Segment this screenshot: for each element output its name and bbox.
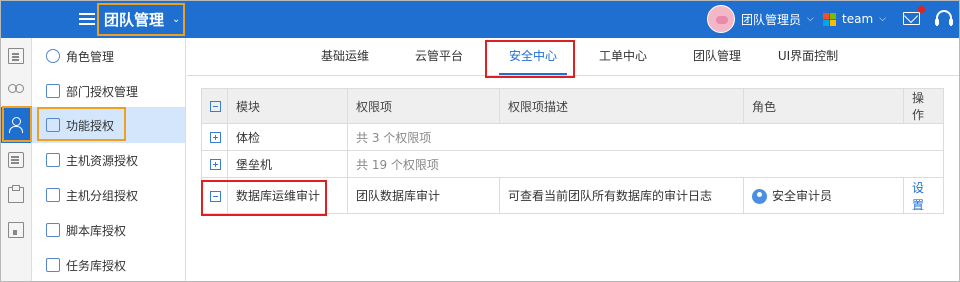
clipboard-icon[interactable] (8, 185, 24, 203)
header-action: 操作 (903, 88, 944, 124)
chevron-down-icon: ⌵ (807, 14, 814, 24)
row-highlight (201, 180, 327, 216)
tab-team[interactable]: 团队管理 (687, 38, 747, 75)
team-name: team (842, 12, 874, 26)
sidebar-item-dept[interactable]: 部门授权管理 (32, 73, 185, 109)
team-logo-icon (823, 12, 836, 26)
header-permission: 权限项 (347, 88, 500, 124)
user-icon (46, 49, 60, 63)
users-icon[interactable] (8, 83, 24, 99)
sidebar-item-label: 主机资源授权 (66, 153, 139, 168)
module-switcher[interactable]: 团队管理 ⌄ (97, 3, 185, 36)
headset-icon[interactable] (935, 10, 953, 26)
monitor-icon (46, 153, 60, 167)
avatar (707, 5, 735, 33)
folder-icon (46, 188, 60, 202)
sidebar-item-label: 主机分组授权 (66, 188, 139, 203)
team-switcher[interactable]: team ⌵ (823, 12, 886, 26)
sidebar-item-label: 任务库授权 (66, 258, 127, 273)
top-bar: 团队管理 ⌄ 团队管理员 ⌵ team ⌵ (1, 1, 959, 38)
user-name: 团队管理员 (741, 12, 802, 27)
rail-highlight (2, 106, 32, 142)
org-icon (46, 84, 60, 98)
row-module: 体检 (227, 123, 348, 151)
icon-rail (1, 38, 32, 281)
header-module: 模块 (227, 88, 348, 124)
main-content: 基础运维 云管平台 安全中心 工单中心 团队管理 UI界面控制 模块 权限项 权… (187, 38, 959, 281)
menu-icon[interactable] (79, 10, 95, 26)
sidebar-item-label: 角色管理 (66, 49, 115, 64)
settings-link[interactable]: 设置 (903, 177, 944, 214)
sidebar-item-role[interactable]: 角色管理 (32, 38, 185, 74)
sidebar-item-script[interactable]: 脚本库授权 (32, 212, 185, 248)
expand-icon[interactable] (210, 159, 221, 170)
document-icon[interactable] (8, 48, 24, 64)
sidebar: 角色管理 部门授权管理 功能授权 主机资源授权 主机分组授权 脚本库授权 任务库… (32, 38, 186, 281)
row-summary: 共 3 个权限项 (347, 123, 944, 151)
role-name: 安全审计员 (772, 189, 833, 203)
chevron-down-icon: ⌄ (172, 14, 181, 25)
sidebar-item-task[interactable]: 任务库授权 (32, 247, 185, 281)
tab-highlight (485, 40, 575, 78)
tab-ui-control[interactable]: UI界面控制 (773, 38, 843, 75)
row-summary: 共 19 个权限项 (347, 150, 944, 178)
table-row: 堡垒机 共 19 个权限项 (201, 150, 944, 178)
row-module: 堡垒机 (227, 150, 348, 178)
chevron-down-icon: ⌵ (879, 14, 886, 24)
user-menu[interactable]: 团队管理员 ⌵ (707, 5, 814, 33)
header-description: 权限项描述 (499, 88, 744, 124)
role-icon (752, 189, 767, 204)
row-role: 安全审计员 (743, 177, 904, 214)
mail-icon[interactable] (903, 6, 925, 25)
code-icon (46, 223, 60, 237)
task-icon (46, 258, 60, 272)
tab-ops[interactable]: 基础运维 (315, 38, 375, 75)
row-description: 可查看当前团队所有数据库的审计日志 (499, 177, 744, 214)
tab-cloud[interactable]: 云管平台 (409, 38, 469, 75)
sidebar-item-label: 部门授权管理 (66, 84, 139, 99)
table-row: 体检 共 3 个权限项 (201, 123, 944, 151)
header-role: 角色 (743, 88, 904, 124)
expand-icon[interactable] (210, 132, 221, 143)
sidebar-item-hostgroup[interactable]: 主机分组授权 (32, 177, 185, 213)
module-title: 团队管理 (104, 11, 165, 29)
sidebar-item-host[interactable]: 主机资源授权 (32, 142, 185, 178)
sidebar-highlight (37, 107, 126, 141)
row-permission: 团队数据库审计 (347, 177, 500, 214)
app-window: 团队管理 ⌄ 团队管理员 ⌵ team ⌵ 角色管理 部门授权管理 功能授权 主… (0, 0, 960, 282)
notification-dot (918, 6, 925, 13)
sidebar-item-label: 脚本库授权 (66, 223, 127, 238)
collapse-all-cell[interactable] (201, 88, 228, 124)
table-header-row: 模块 权限项 权限项描述 角色 操作 (201, 88, 944, 124)
collapse-icon[interactable] (210, 101, 221, 112)
book-icon[interactable] (8, 222, 24, 238)
tab-ticket[interactable]: 工单中心 (593, 38, 653, 75)
list-settings-icon[interactable] (8, 152, 24, 168)
